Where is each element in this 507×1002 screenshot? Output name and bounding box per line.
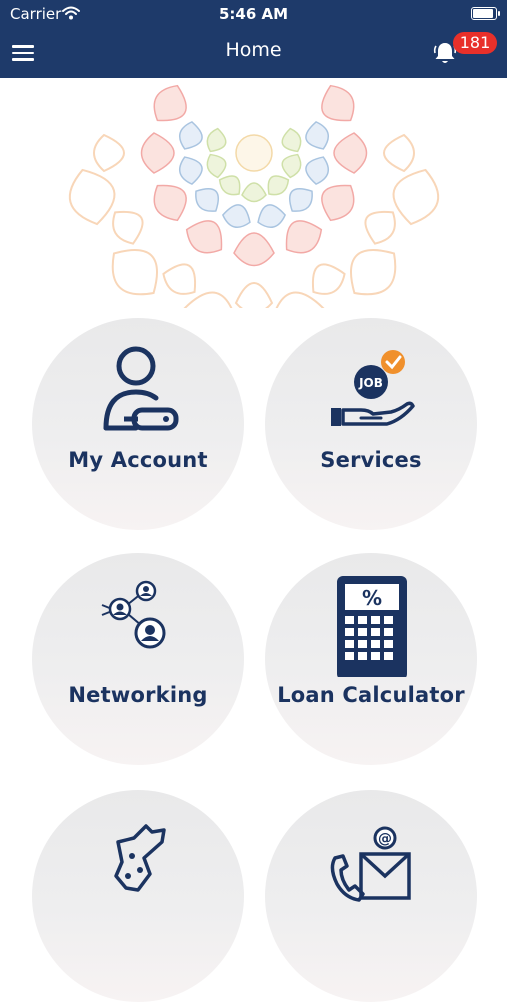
calculator-icon: % (337, 576, 407, 677)
tile-label: Services (320, 448, 422, 472)
tile-loan-calculator[interactable]: % Loan Calculator (265, 553, 477, 765)
network-icon (101, 580, 166, 649)
tile-networking[interactable]: Networking (32, 553, 244, 765)
page-title: Home (225, 39, 282, 61)
tile-my-account[interactable]: My Account (32, 318, 244, 530)
mandala-decoration (68, 84, 440, 308)
map-icon (114, 824, 166, 892)
hand-job-icon: JOB (331, 350, 415, 426)
svg-text:@: @ (378, 831, 392, 847)
contact-icon: @ (330, 826, 411, 902)
tile-label: Loan Calculator (277, 683, 465, 707)
tile-label: My Account (68, 448, 208, 472)
svg-text:JOB: JOB (358, 376, 383, 390)
user-key-icon (103, 346, 179, 431)
status-time: 5:46 AM (218, 5, 289, 23)
tile-label: Networking (68, 683, 208, 707)
nav-bar: Home 181 (0, 28, 507, 78)
notification-badge[interactable]: 181 (453, 32, 497, 54)
tile-map[interactable] (32, 790, 244, 1002)
svg-text:%: % (362, 586, 382, 610)
tile-contact[interactable]: @ (265, 790, 477, 1002)
tile-services[interactable]: JOB Services (265, 318, 477, 530)
status-bar: Carrier 5:46 AM (0, 0, 507, 28)
battery-icon (471, 7, 500, 20)
